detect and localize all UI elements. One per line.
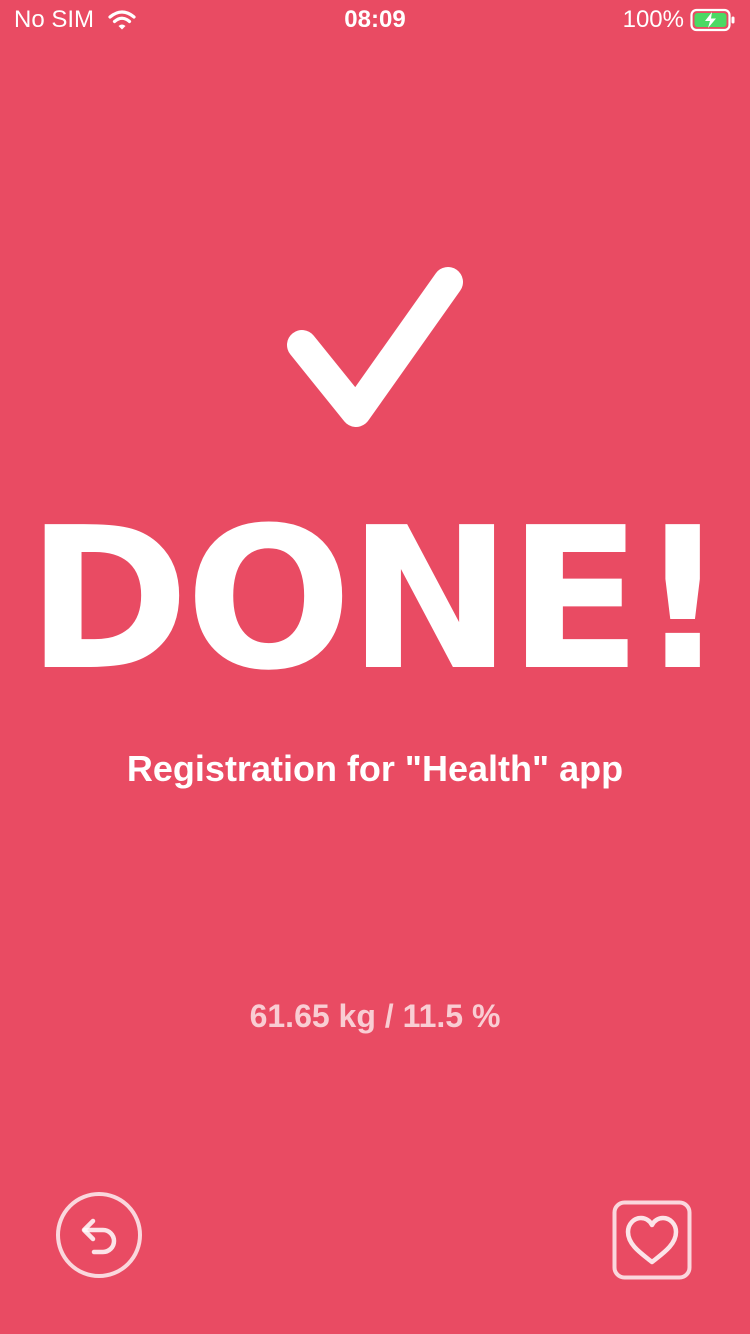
undo-button[interactable] bbox=[56, 1192, 142, 1278]
weight-fat-stats: 61.65 kg / 11.5 % bbox=[249, 998, 501, 1034]
status-bar: No SIM 08:09 100% bbox=[0, 0, 750, 40]
status-right: 100% bbox=[623, 6, 736, 34]
checkmark-icon bbox=[287, 267, 463, 427]
health-button[interactable] bbox=[612, 1200, 692, 1280]
done-title: DONE! bbox=[26, 486, 728, 714]
battery-charging-icon bbox=[690, 8, 735, 32]
battery-percent: 100% bbox=[622, 6, 684, 33]
heart-icon bbox=[625, 1215, 679, 1265]
registration-subtitle: Registration for "Health" app bbox=[126, 748, 624, 789]
undo-icon bbox=[81, 1218, 117, 1255]
